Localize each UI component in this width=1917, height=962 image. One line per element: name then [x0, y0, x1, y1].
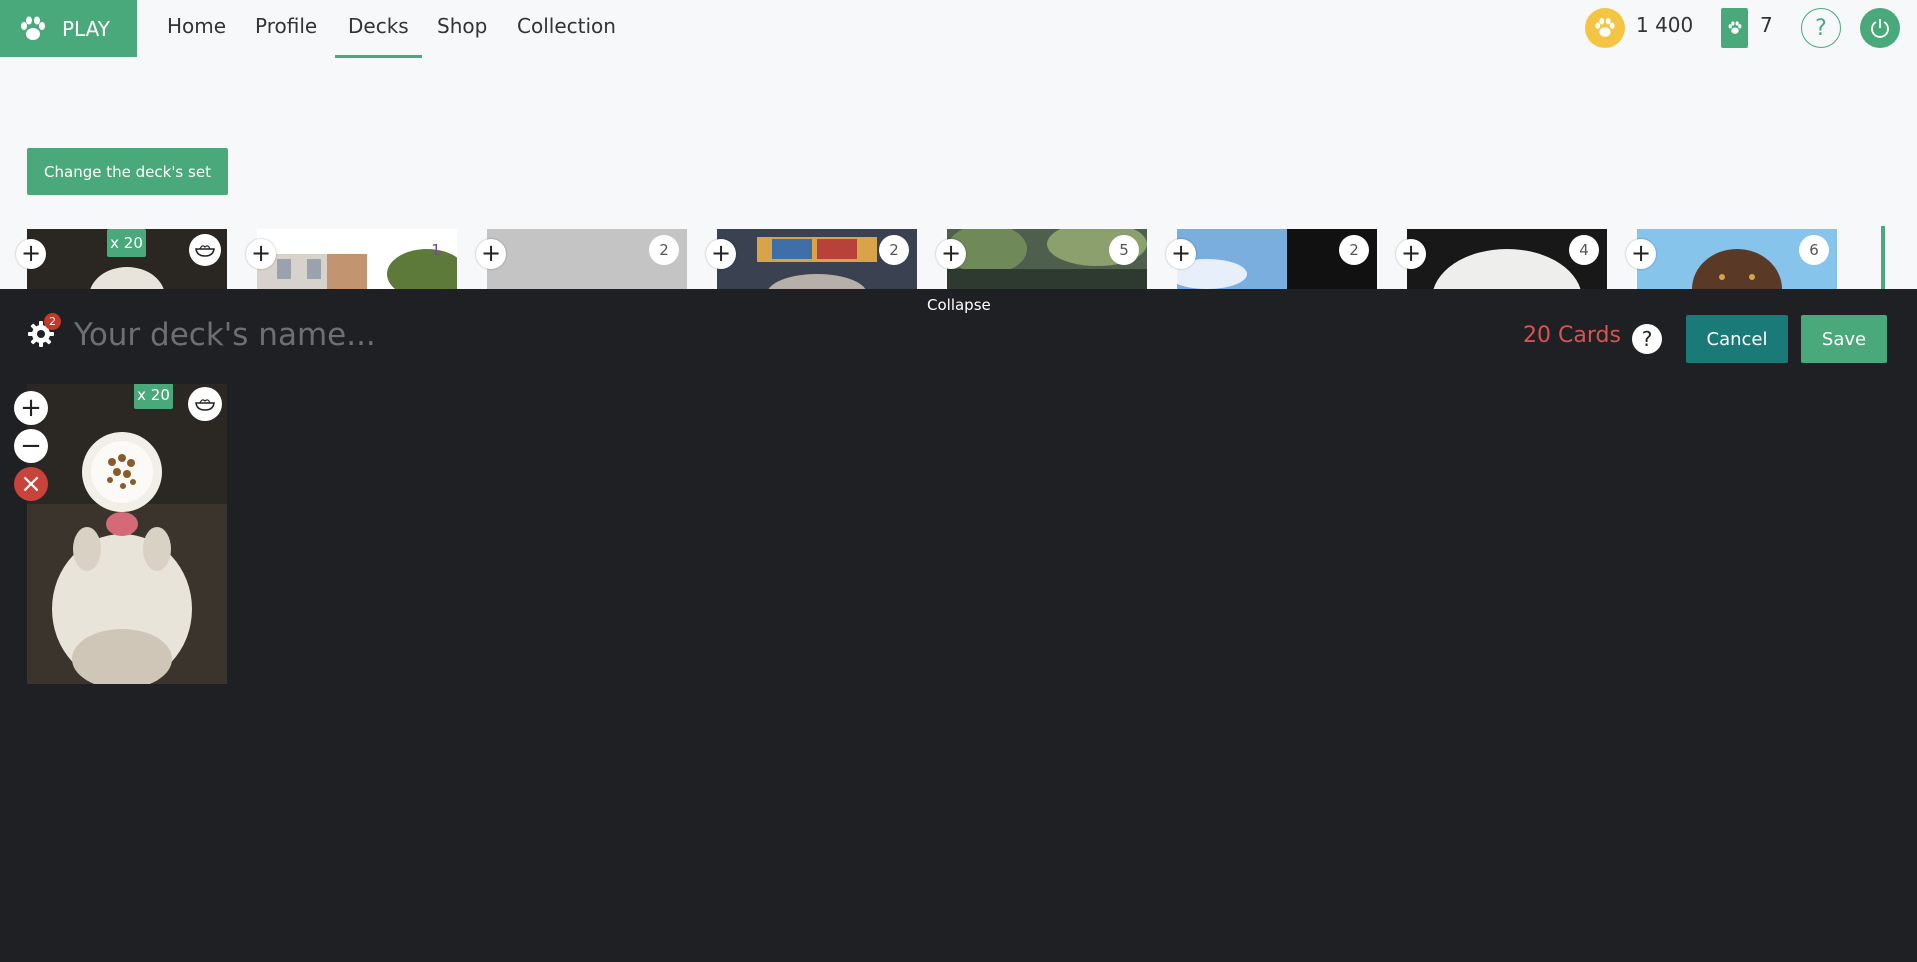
play-label: PLAY [62, 16, 111, 41]
card-count-badge: 5 [1109, 235, 1139, 265]
collection-card[interactable]: x 20 [27, 229, 227, 289]
add-card-button[interactable]: + [246, 239, 276, 269]
deck-card-count: 20 Cards [1523, 323, 1621, 348]
top-navigation: PLAY Home Profile Decks Shop Collection … [0, 0, 1917, 58]
cat-bowl-card-image [27, 384, 227, 684]
help-icon[interactable]: ? [1632, 324, 1662, 354]
card-count-badge: 1 [431, 241, 441, 259]
coin-balance: 1 400 [1636, 13, 1694, 37]
add-card-button[interactable]: + [16, 239, 46, 269]
collection-card[interactable]: 2 [1177, 229, 1377, 289]
increase-card-button[interactable]: + [14, 391, 48, 425]
pack-icon [1721, 8, 1748, 48]
add-card-button[interactable]: + [1626, 239, 1656, 269]
card-count-badge: 2 [1339, 235, 1369, 265]
card-count-badge: 2 [879, 235, 909, 265]
pack-count: 7 [1760, 13, 1773, 37]
nav-shop[interactable]: Shop [437, 0, 487, 58]
card-count-badge: 4 [1569, 235, 1599, 265]
settings-notification-badge: 2 [44, 313, 61, 330]
deck-editor-panel: Collapse 2 20 Cards ? Cancel Save + − × [0, 289, 1917, 962]
deck-card[interactable]: x 20 [27, 384, 227, 684]
remove-card-button[interactable]: × [14, 467, 48, 501]
coin-icon [1585, 8, 1625, 48]
collapse-button[interactable]: Collapse [927, 296, 991, 314]
nav-collection[interactable]: Collection [517, 0, 616, 58]
help-icon[interactable]: ? [1801, 8, 1841, 48]
save-button[interactable]: Save [1801, 315, 1887, 363]
add-card-button[interactable]: + [1396, 239, 1426, 269]
nav-decks[interactable]: Decks [335, 0, 422, 58]
cancel-button[interactable]: Cancel [1686, 315, 1788, 363]
deck-settings-button[interactable]: 2 [26, 313, 61, 349]
bowl-icon [189, 234, 221, 266]
collection-card-strip: x 20 1 2 2 5 2 4 6 + + + + + + + + [0, 229, 1917, 289]
add-card-button[interactable]: + [1166, 239, 1196, 269]
power-icon[interactable] [1860, 8, 1900, 48]
card-quantity-badge: x 20 [107, 229, 146, 257]
nav-profile[interactable]: Profile [255, 0, 317, 58]
scroll-indicator[interactable] [1881, 226, 1885, 290]
add-card-button[interactable]: + [936, 239, 966, 269]
card-count-badge: 2 [649, 235, 679, 265]
add-card-button[interactable]: + [706, 239, 736, 269]
change-deck-set-button[interactable]: Change the deck's set [27, 148, 228, 195]
card-count-badge: 6 [1799, 235, 1829, 265]
card-quantity-badge: x 20 [134, 384, 173, 409]
collection-card[interactable]: 2 [487, 229, 687, 289]
add-card-button[interactable]: + [476, 239, 506, 269]
nav-home[interactable]: Home [167, 0, 226, 58]
bowl-icon [188, 387, 222, 421]
collection-card[interactable]: 5 [947, 229, 1147, 289]
collection-card[interactable]: 2 [717, 229, 917, 289]
collection-card[interactable]: 6 [1637, 229, 1837, 289]
decrease-card-button[interactable]: − [14, 429, 48, 463]
play-button[interactable]: PLAY [0, 0, 137, 57]
paw-icon [21, 16, 45, 40]
collection-card[interactable]: 4 [1407, 229, 1607, 289]
deck-name-input[interactable] [74, 312, 874, 358]
collection-card[interactable]: 1 [257, 229, 457, 289]
